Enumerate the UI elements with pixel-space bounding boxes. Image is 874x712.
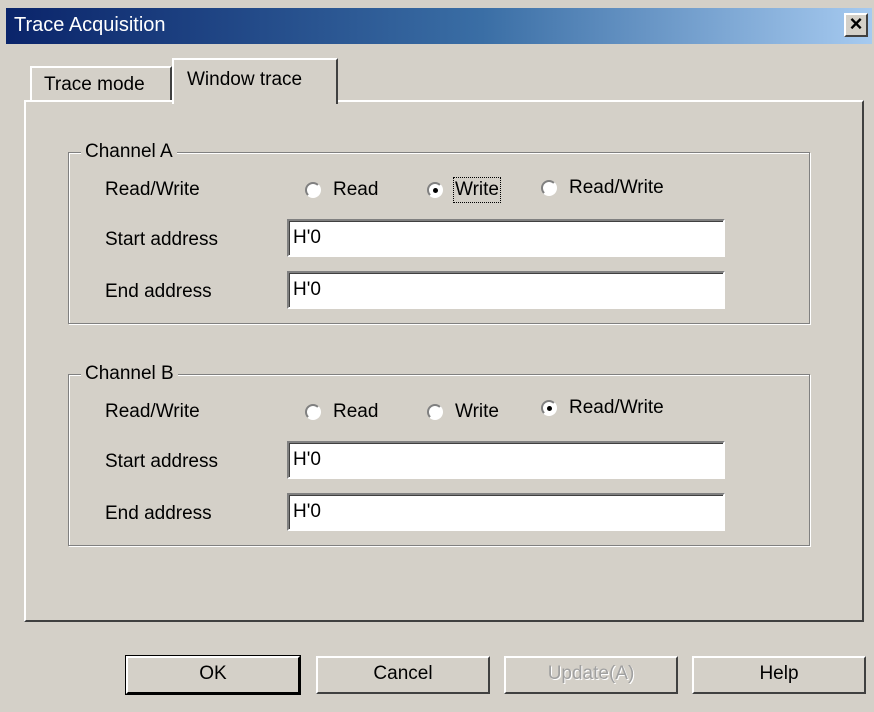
channel-a-radio-read[interactable]: Read [305,179,378,201]
channel-b-group: Channel B Read/Write Read Write Read/Wri… [68,363,810,546]
update-button[interactable]: Update(A) [504,656,678,694]
radio-circle[interactable] [305,182,321,198]
tab-trace-mode[interactable]: Trace mode [30,66,172,102]
channel-a-start-address-input[interactable]: H'0 [287,219,725,257]
tab-window-trace-label: Window trace [187,69,303,90]
channel-a-radio-read-label: Read [333,179,379,200]
channel-b-start-address-input[interactable]: H'0 [287,441,725,479]
channel-b-radio-write-label: Write [455,401,499,422]
tab-window-trace[interactable]: Window trace [172,58,338,104]
radio-circle[interactable] [427,404,443,420]
channel-a-group: Channel A Read/Write Read Write Read/Wri… [68,141,810,324]
channel-a-start-label: Start address [105,229,218,250]
radio-circle-checked[interactable] [427,182,443,198]
radio-circle-checked[interactable] [541,400,557,416]
help-button[interactable]: Help [692,656,866,694]
channel-a-radio-readwrite-label: Read/Write [569,177,664,198]
channel-b-radio-readwrite-label: Read/Write [569,397,664,418]
channel-a-radio-readwrite[interactable]: Read/Write [541,177,664,199]
channel-b-radio-write[interactable]: Write [427,401,499,423]
window-title: Trace Acquisition [14,14,166,36]
close-icon[interactable]: × [844,13,868,37]
tab-trace-mode-label: Trace mode [44,74,145,95]
channel-b-radio-readwrite[interactable]: Read/Write [541,397,664,419]
channel-b-start-label: Start address [105,451,218,472]
channel-b-rw-label: Read/Write [105,401,200,422]
channel-b-legend: Channel B [81,363,178,385]
channel-a-rw-label: Read/Write [105,179,200,200]
channel-b-radio-read[interactable]: Read [305,401,378,423]
cancel-button[interactable]: Cancel [316,656,490,694]
channel-b-end-label: End address [105,503,212,524]
ok-button[interactable]: OK [125,655,301,695]
channel-a-end-address-input[interactable]: H'0 [287,271,725,309]
channel-a-radio-write[interactable]: Write [427,177,501,203]
channel-a-legend: Channel A [81,141,177,163]
channel-a-radio-write-label: Write [453,177,501,203]
channel-b-end-address-input[interactable]: H'0 [287,493,725,531]
radio-circle[interactable] [541,180,557,196]
channel-a-end-label: End address [105,281,212,302]
radio-circle[interactable] [305,404,321,420]
tab-panel-window-trace: Channel A Read/Write Read Write Read/Wri… [24,100,864,622]
title-bar: Trace Acquisition × [6,8,872,44]
channel-b-radio-read-label: Read [333,401,379,422]
